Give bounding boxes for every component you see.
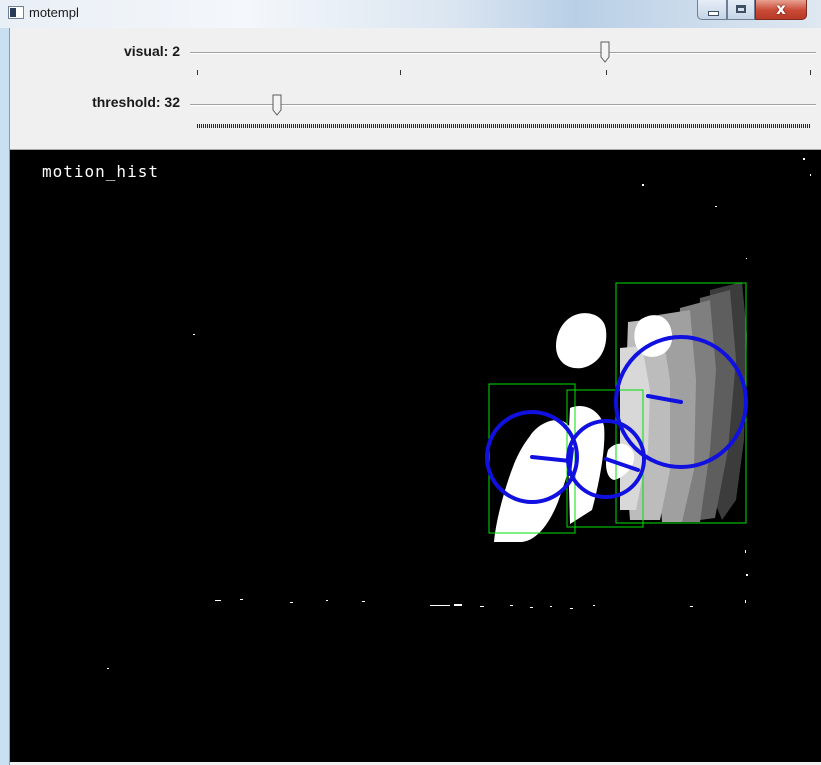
maximize-icon [736,5,746,13]
trackbar-threshold-label: threshold: 32 [92,94,180,110]
trackbar-visual-tick [197,70,198,75]
history-layers [620,282,747,522]
trackbar-threshold-thumb[interactable] [272,94,282,116]
minimize-button[interactable] [697,0,727,20]
motion-hist-label: motion_hist [42,162,159,181]
trackbar-visual-thumb[interactable] [600,41,610,63]
client-area: visual: 2 threshold: 32 motion_hist [9,28,821,765]
trackbar-visual-label: visual: 2 [123,43,180,59]
minimize-icon [708,11,719,16]
trackbar-visual-tick [606,70,607,75]
trackbar-visual-tick [810,70,811,75]
motion-history-graphic [107,158,811,669]
close-button[interactable]: x [755,0,807,20]
trackbar-threshold-ticks [197,124,811,128]
trackbar-threshold-track[interactable] [190,104,816,106]
maximize-button[interactable] [727,0,755,20]
window-title: motempl [29,5,79,20]
application-window: motempl x visual: 2 threshold: 32 motion… [0,0,821,765]
close-icon: x [776,0,786,18]
motion-image-view[interactable]: motion_hist [10,150,821,762]
app-icon[interactable] [8,6,24,19]
trackbar-visual-tick [400,70,401,75]
title-bar[interactable]: motempl x [0,0,821,28]
trackbar-visual-track[interactable] [190,52,816,54]
